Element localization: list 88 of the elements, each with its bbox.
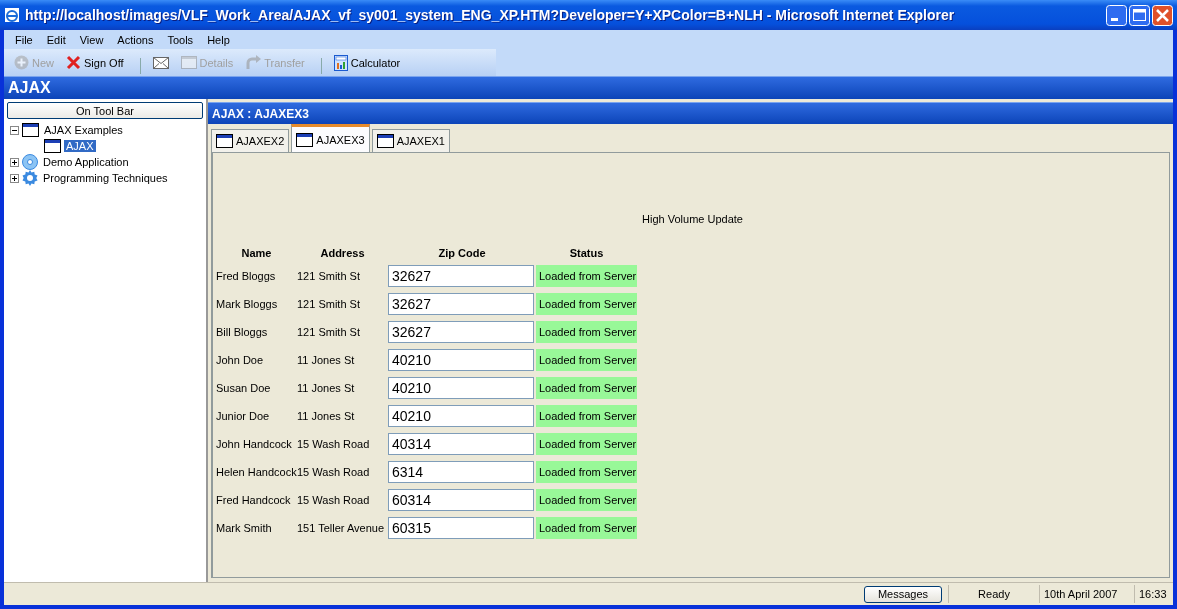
zip-code-field[interactable]: 6314 — [388, 461, 534, 483]
table-cell-text: Bill Bloggs — [216, 326, 269, 338]
table-cell-text: 15 Wash Road — [297, 438, 371, 450]
zip-code-field[interactable]: 40210 — [388, 377, 534, 399]
zip-code-field[interactable]: 32627 — [388, 293, 534, 315]
status-cell: Loaded from Server — [536, 489, 637, 511]
tree-item[interactable]: AJAX Examples — [42, 124, 125, 136]
status-cell: Loaded from Server — [536, 433, 637, 455]
table-cell-text: 151 Teller Avenue — [297, 522, 386, 534]
window-icon — [44, 139, 61, 153]
table-cell-text: Fred Bloggs — [216, 270, 277, 282]
zip-code-field[interactable]: 32627 — [388, 265, 534, 287]
table-cell-text: 11 Jones St — [297, 410, 356, 422]
menu-item[interactable]: View — [72, 33, 111, 46]
table-cell: Helen Handcock — [216, 466, 297, 478]
column-header: Name — [240, 247, 273, 259]
window-title: http://localhost/images/VLF_Work_Area/AJAX_vf_sy001_system_ENG_XP.HTM?Developer=Y+XPColor=B+NLH - Microsoft Internet Explorer — [25, 7, 956, 23]
zip-code-field[interactable]: 40210 — [388, 349, 534, 371]
window-icon — [216, 134, 233, 148]
cross-icon — [66, 55, 81, 70]
browser-icon — [4, 7, 20, 23]
status-cell: Loaded from Server — [536, 461, 637, 483]
table-cell-text: Fred Handcock — [216, 494, 292, 506]
tab[interactable]: AJAXEX3 — [291, 124, 370, 152]
zip-code-field[interactable]: 60315 — [388, 517, 534, 539]
plus-icon — [14, 55, 29, 70]
zip-code-field[interactable]: 32627 — [388, 321, 534, 343]
window-icon — [376, 134, 394, 148]
window-icon — [180, 56, 197, 69]
curved-arrow-icon — [245, 55, 262, 70]
status-cell: Loaded from Server — [536, 405, 637, 427]
window-icon — [296, 132, 314, 147]
gear-icon — [22, 170, 38, 186]
zip-code-field[interactable]: 40314 — [388, 433, 534, 455]
status-cell: Loaded from Server — [536, 377, 637, 399]
status-text: Ready — [948, 585, 1039, 603]
panel-title: AJAX : AJAXEX3 — [212, 106, 309, 121]
tree-item[interactable]: Demo Application — [41, 156, 131, 168]
messages-button[interactable]: Messages — [864, 585, 942, 603]
status-cell: Loaded from Server — [536, 321, 637, 343]
menu-item[interactable]: Actions — [110, 33, 161, 46]
menu-item[interactable]: Tools — [160, 33, 201, 46]
section-heading: High Volume Update — [641, 213, 744, 225]
table-cell-text: 121 Smith St — [297, 326, 361, 338]
tree-item[interactable]: Programming Techniques — [41, 172, 170, 184]
table-cell-text: Susan Doe — [216, 382, 272, 394]
status-cell: Loaded from Server — [536, 349, 637, 371]
zip-code-field[interactable]: 40210 — [388, 405, 534, 427]
envelope-icon — [152, 56, 169, 69]
on-tool-bar-button[interactable]: On Tool Bar — [7, 102, 203, 119]
menu-item[interactable]: File — [8, 33, 40, 46]
column-header: Zip Code — [437, 247, 487, 259]
toolbar-button[interactable]: Sign Off — [62, 51, 132, 74]
window-icon — [22, 123, 39, 137]
table-cell-text: 121 Smith St — [297, 270, 361, 282]
table-cell-text: John Handcock — [216, 438, 293, 450]
expand-toggle[interactable] — [10, 157, 19, 167]
table-cell-text: 11 Jones St — [297, 382, 356, 394]
table-cell-text: Mark Smith — [216, 522, 273, 534]
zip-code-field[interactable]: 60314 — [388, 489, 534, 511]
table-cell-text: Mark Bloggs — [216, 298, 279, 310]
tab[interactable]: AJAXEX1 — [371, 129, 450, 152]
tree-item[interactable]: AJAX — [64, 140, 96, 152]
table-cell-text: 121 Smith St — [297, 298, 361, 310]
status-date: 10th April 2007 — [1039, 585, 1134, 603]
table-cell-text: 11 Jones St — [297, 354, 356, 366]
close-button[interactable] — [1152, 4, 1173, 26]
collapse-toggle[interactable] — [10, 125, 19, 135]
table-cell-text: John Doe — [216, 354, 265, 366]
calculator-icon — [333, 54, 348, 71]
column-header: Status — [568, 247, 605, 259]
toolbar-button[interactable]: Calculator — [329, 51, 409, 74]
table-cell-text: 15 Wash Road — [297, 466, 371, 478]
column-header: Address — [319, 247, 366, 259]
expand-toggle[interactable] — [10, 173, 19, 183]
menu-item[interactable]: Edit — [39, 33, 73, 46]
tab[interactable]: AJAXEX2 — [211, 129, 290, 152]
status-cell: Loaded from Server — [536, 517, 637, 539]
status-time: 16:33 — [1134, 585, 1173, 603]
status-cell: Loaded from Server — [536, 293, 637, 315]
minimize-button[interactable] — [1106, 4, 1127, 26]
disc-icon — [22, 154, 38, 170]
app-title: AJAX — [8, 79, 51, 97]
status-cell: Loaded from Server — [536, 265, 637, 287]
maximize-button[interactable] — [1129, 4, 1150, 26]
table-cell-text: 15 Wash Road — [297, 494, 371, 506]
menu-item[interactable]: Help — [200, 33, 237, 46]
table-cell-text: Junior Doe — [216, 410, 271, 422]
